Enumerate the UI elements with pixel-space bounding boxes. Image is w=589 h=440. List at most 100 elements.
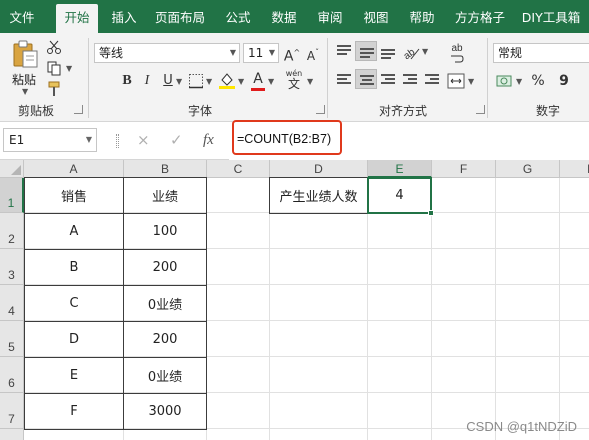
cancel-icon[interactable]: × <box>137 129 150 151</box>
cut-icon[interactable] <box>46 39 62 55</box>
percent-style-button[interactable]: % <box>528 71 548 91</box>
font-name-select[interactable]: 等线 ▼ <box>94 43 240 63</box>
worksheet-grid[interactable]: A B C D E F G H 1 2 3 4 5 6 7 销售 业绩 A 10… <box>0 160 589 440</box>
increase-indent-button[interactable] <box>421 69 443 89</box>
cell-b4[interactable]: 0业绩 <box>123 285 207 322</box>
row-header-3[interactable]: 3 <box>0 249 24 285</box>
copy-dropdown-icon[interactable]: ▼ <box>66 64 72 73</box>
font-color-dropdown-icon[interactable]: ▼ <box>268 77 274 86</box>
menu-home[interactable]: 开始 <box>56 4 98 33</box>
cell-a6[interactable]: E <box>24 357 124 394</box>
gridline <box>495 178 496 440</box>
shrink-font-button[interactable]: Aˇ <box>303 43 323 63</box>
cell-a1[interactable]: 销售 <box>24 177 124 214</box>
column-header-f[interactable]: F <box>432 160 496 178</box>
row-header-7[interactable]: 7 <box>0 393 24 429</box>
column-header-h[interactable]: H <box>560 160 589 178</box>
row-header-4[interactable]: 4 <box>0 285 24 321</box>
column-header-a[interactable]: A <box>24 160 124 178</box>
merge-center-icon[interactable] <box>447 73 465 89</box>
alignment-launcher-icon[interactable] <box>476 105 485 114</box>
column-header-d[interactable]: D <box>270 160 368 178</box>
row-header-8[interactable] <box>0 429 24 440</box>
font-size-select[interactable]: 11 ▼ <box>243 43 279 63</box>
column-header-g[interactable]: G <box>496 160 560 178</box>
align-center-button[interactable] <box>355 69 377 89</box>
cell-a3[interactable]: B <box>24 249 124 286</box>
menu-file[interactable]: 文件 <box>4 0 40 33</box>
orientation-dropdown-icon[interactable]: ▼ <box>422 47 428 56</box>
align-middle-button[interactable] <box>355 41 377 61</box>
cell-b6[interactable]: 0业绩 <box>123 357 207 394</box>
row-header-1[interactable]: 1 <box>0 178 24 213</box>
italic-button[interactable]: I <box>137 71 157 91</box>
cell-b3[interactable]: 200 <box>123 249 207 286</box>
cell-a7[interactable]: F <box>24 393 124 430</box>
cell-b7[interactable]: 3000 <box>123 393 207 430</box>
format-painter-icon[interactable] <box>46 81 62 97</box>
name-box[interactable]: E1 ▼ <box>3 128 97 152</box>
column-header-e[interactable]: E <box>368 160 432 178</box>
row-header-5[interactable]: 5 <box>0 321 24 357</box>
menu-view[interactable]: 视图 <box>358 0 394 33</box>
cell-a4[interactable]: C <box>24 285 124 322</box>
shrink-font-icon: A <box>306 49 316 63</box>
number-group-label: 数字 <box>536 104 561 118</box>
align-right-button[interactable] <box>377 69 399 89</box>
cell-d1[interactable]: 产生业绩人数 <box>269 177 368 214</box>
cell-a2[interactable]: A <box>24 213 124 250</box>
font-size-value: 11 <box>248 46 264 60</box>
copy-icon[interactable] <box>46 60 62 76</box>
font-color-button[interactable]: A <box>248 69 268 91</box>
merge-dropdown-icon[interactable]: ▼ <box>468 77 474 86</box>
formula-input[interactable]: =COUNT(B2:B7) <box>229 122 589 160</box>
grow-font-button[interactable]: A^ <box>282 43 302 65</box>
menu-help[interactable]: 帮助 <box>404 0 440 33</box>
cell-b1[interactable]: 业绩 <box>123 177 207 214</box>
column-header-b[interactable]: B <box>124 160 207 178</box>
font-color-icon: A <box>253 71 263 87</box>
row-header-6[interactable]: 6 <box>0 357 24 393</box>
menu-formulas[interactable]: 公式 <box>220 0 256 33</box>
number-format-select[interactable]: 常规 <box>493 43 589 63</box>
decrease-indent-button[interactable] <box>399 69 421 89</box>
align-bottom-button[interactable] <box>377 41 399 61</box>
menu-insert[interactable]: 插入 <box>106 0 142 33</box>
underline-button[interactable]: U <box>158 71 178 91</box>
formula-bar-grip-icon[interactable] <box>116 134 119 148</box>
clipboard-launcher-icon[interactable] <box>74 105 83 114</box>
menu-bar: 文件 开始 插入 页面布局 公式 数据 审阅 视图 帮助 方方格子 DIY工具箱 <box>0 0 589 33</box>
font-launcher-icon[interactable] <box>316 105 325 114</box>
cell-b5[interactable]: 200 <box>123 321 207 358</box>
cell-b2[interactable]: 100 <box>123 213 207 250</box>
align-top-button[interactable] <box>333 41 355 61</box>
menu-fangfang[interactable]: 方方格子 <box>450 0 510 33</box>
fill-color-dropdown-icon[interactable]: ▼ <box>238 77 244 86</box>
comma-style-button[interactable]: 9 <box>554 71 574 91</box>
menu-review[interactable]: 审阅 <box>312 0 348 33</box>
insert-function-icon[interactable]: fx <box>203 129 214 151</box>
select-all-button[interactable] <box>0 160 24 178</box>
menu-data[interactable]: 数据 <box>266 0 302 33</box>
underline-dropdown-icon[interactable]: ▼ <box>176 77 182 86</box>
align-left-button[interactable] <box>333 69 355 89</box>
fill-color-icon[interactable] <box>218 71 236 89</box>
accounting-dropdown-icon[interactable]: ▼ <box>516 77 522 86</box>
accounting-format-icon[interactable] <box>496 73 514 89</box>
column-header-c[interactable]: C <box>207 160 270 178</box>
phonetic-dropdown-icon[interactable]: ▼ <box>307 77 313 86</box>
enter-icon[interactable]: ✓ <box>170 129 183 151</box>
menu-diy-toolbox[interactable]: DIY工具箱 <box>516 0 586 33</box>
wrap-arrow-icon <box>451 55 464 63</box>
row-header-2[interactable]: 2 <box>0 213 24 249</box>
orientation-icon[interactable]: ab <box>401 43 421 61</box>
paste-label: 粘贴 <box>12 73 37 87</box>
fill-handle[interactable] <box>428 210 434 216</box>
cell-a5[interactable]: D <box>24 321 124 358</box>
borders-icon[interactable] <box>188 73 204 89</box>
menu-page-layout[interactable]: 页面布局 <box>152 0 208 33</box>
phonetic-button[interactable]: wén 文 <box>283 69 305 93</box>
bold-button[interactable]: B <box>117 71 137 91</box>
borders-dropdown-icon[interactable]: ▼ <box>206 77 212 86</box>
paste-button[interactable]: 粘贴 ▼ <box>8 37 42 96</box>
